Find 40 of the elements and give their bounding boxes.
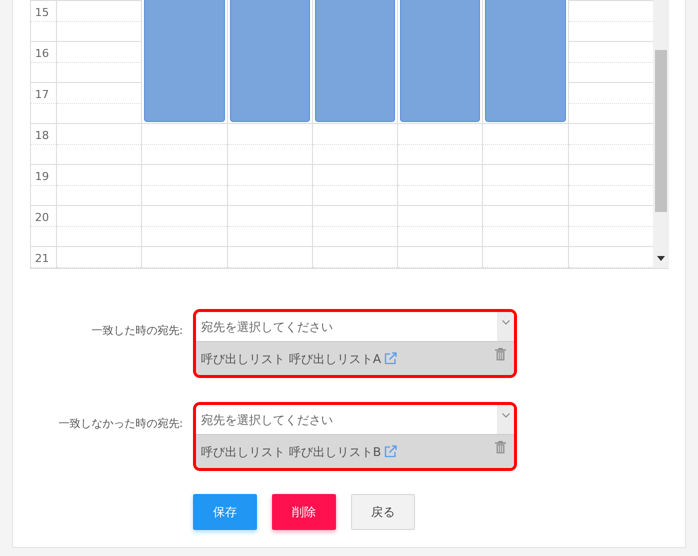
trash-icon[interactable]: [495, 441, 506, 454]
calendar-event[interactable]: [485, 0, 566, 122]
calendar-cell[interactable]: [142, 246, 227, 268]
hour-label: 16: [34, 47, 49, 60]
calendar-event[interactable]: [144, 0, 225, 122]
hour-label: 18: [34, 129, 49, 142]
hour-label: 19: [34, 170, 49, 183]
external-link-icon[interactable]: [384, 445, 398, 458]
scrollbar[interactable]: [653, 0, 669, 268]
chevron-down-icon: [502, 413, 510, 418]
destination-select[interactable]: 宛先を選択してください 呼び出しリスト 呼び出しリストA: [193, 309, 517, 378]
field-label: 一致した時の宛先:: [90, 323, 184, 338]
hour-label: 15: [34, 6, 49, 19]
calendar-cell[interactable]: [228, 246, 312, 268]
hour-label: 21: [34, 252, 49, 265]
select-placeholder: 宛先を選択してください: [200, 412, 334, 429]
calendar-cell[interactable]: [57, 246, 142, 268]
action-button[interactable]: 削除: [272, 494, 336, 530]
calendar-cell[interactable]: [398, 246, 482, 268]
external-link-icon[interactable]: [384, 352, 398, 365]
action-button[interactable]: 保存: [193, 494, 257, 530]
chevron-down-icon: [502, 320, 510, 325]
hour-label: 20: [34, 211, 49, 224]
calendar-cell[interactable]: [312, 246, 398, 268]
dropdown-button[interactable]: [497, 405, 514, 434]
calendar-event[interactable]: [314, 0, 396, 122]
calendar-cell[interactable]: [483, 246, 568, 268]
selected-destination: 呼び出しリスト 呼び出しリストB: [201, 444, 382, 460]
scroll-down-icon[interactable]: [657, 256, 665, 261]
destination-select[interactable]: 宛先を選択してください 呼び出しリスト 呼び出しリストB: [193, 402, 517, 471]
action-button[interactable]: 戻る: [351, 494, 415, 530]
hour-label: 17: [34, 88, 49, 101]
trash-icon[interactable]: [495, 348, 506, 361]
field-label: 一致しなかった時の宛先:: [57, 416, 184, 431]
calendar-cell[interactable]: [568, 246, 653, 268]
calendar-event[interactable]: [230, 0, 310, 122]
dropdown-button[interactable]: [497, 312, 514, 341]
select-placeholder: 宛先を選択してください: [200, 319, 334, 336]
selected-destination: 呼び出しリスト 呼び出しリストA: [201, 351, 382, 367]
calendar-event[interactable]: [400, 0, 480, 122]
